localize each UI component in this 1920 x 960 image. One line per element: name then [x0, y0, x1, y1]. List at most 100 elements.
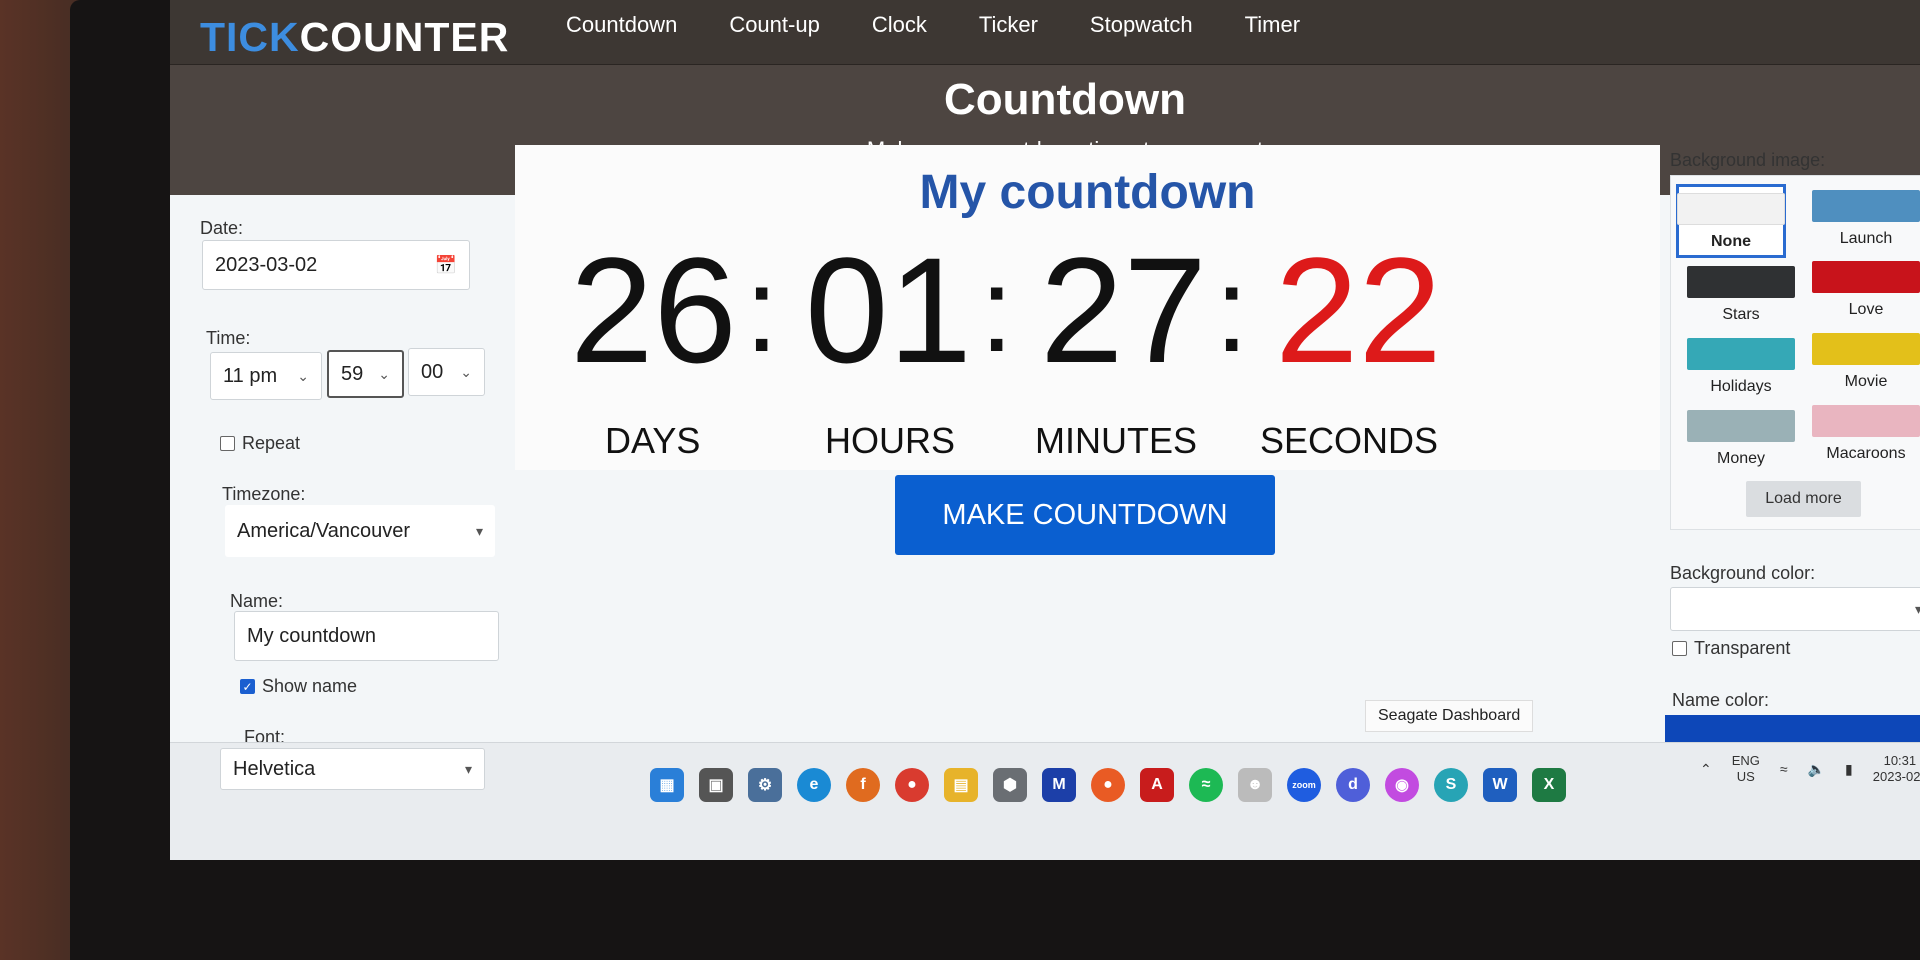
bg-color-select[interactable]: ▾ — [1670, 587, 1920, 631]
wifi-icon[interactable]: ≈ — [1780, 761, 1788, 777]
minute-select[interactable]: 59 ⌄ — [327, 350, 404, 398]
task-view-icon[interactable]: ▣ — [699, 768, 733, 802]
taskbar-apps: ▦ ▣ ⚙ e f ● ▤ ⬢ M ● A ≈ ☻ zoom d ◉ S W X — [650, 768, 1566, 802]
hexagon-app-icon[interactable]: ⬢ — [993, 768, 1027, 802]
lang-region: US — [1736, 769, 1755, 784]
timezone-select[interactable]: America/Vancouver ▾ — [225, 505, 495, 557]
bg-option-money[interactable]: Money — [1686, 410, 1796, 468]
bg-option-label: Launch — [1839, 230, 1893, 247]
nav-timer[interactable]: Timer — [1219, 12, 1326, 38]
transparent-label: Transparent — [1694, 638, 1791, 658]
name-input[interactable]: My countdown — [234, 611, 499, 661]
clock-time: 10:31 PM — [1883, 753, 1920, 768]
language-indicator[interactable]: ENG US — [1732, 753, 1760, 785]
chevron-up-icon[interactable]: ⌃ — [1700, 761, 1712, 778]
acrobat-icon[interactable]: A — [1140, 768, 1174, 802]
caret-down-icon: ▾ — [475, 522, 483, 539]
calendar-icon[interactable]: 📅 — [435, 255, 457, 276]
bg-swatch — [1812, 333, 1920, 365]
alien-app-icon[interactable]: ☻ — [1238, 768, 1272, 802]
make-countdown-button[interactable]: MAKE COUNTDOWN — [895, 475, 1275, 555]
lang-code: ENG — [1731, 753, 1760, 768]
minute-value: 59 — [341, 362, 364, 385]
bg-option-love[interactable]: Love — [1811, 261, 1920, 319]
caret-down-icon: ▾ — [464, 760, 472, 777]
volume-icon[interactable]: 🔈 — [1808, 761, 1825, 778]
seconds-label: SECONDS — [1260, 420, 1439, 461]
name-label: Name: — [230, 591, 284, 611]
name-value: My countdown — [247, 624, 376, 647]
hour-select[interactable]: 11 pm ⌄ — [210, 352, 322, 400]
firefox-icon[interactable]: f — [846, 768, 880, 802]
show-name-checkbox[interactable]: ✓ Show name — [240, 676, 357, 697]
hours-value: 01 — [805, 226, 972, 394]
word-icon[interactable]: W — [1483, 768, 1517, 802]
bg-image-gallery: None Launch Stars Love Holidays Movie Mo… — [1670, 175, 1920, 530]
minutes-value: 27 — [1040, 226, 1207, 394]
site-logo[interactable]: TICKCOUNTER — [200, 14, 509, 61]
bg-option-macaroons[interactable]: Macaroons — [1811, 405, 1920, 463]
timezone-value: America/Vancouver — [237, 519, 411, 542]
bg-swatch — [1812, 405, 1920, 437]
colorful-app-icon[interactable]: ◉ — [1385, 768, 1419, 802]
bg-option-holidays[interactable]: Holidays — [1686, 338, 1796, 396]
nav-ticker[interactable]: Ticker — [953, 12, 1064, 38]
file-explorer-icon[interactable]: ▤ — [944, 768, 978, 802]
bg-swatch — [1687, 338, 1795, 370]
battery-icon[interactable]: ▮ — [1845, 761, 1853, 778]
hours-label: HOURS — [825, 420, 956, 461]
date-label: Date: — [200, 218, 244, 238]
nav-clock[interactable]: Clock — [846, 12, 953, 38]
edge-browser-icon[interactable]: e — [797, 768, 831, 802]
bg-option-label: Stars — [1722, 306, 1760, 323]
check-icon[interactable]: ✓ — [240, 679, 255, 694]
nav-stopwatch[interactable]: Stopwatch — [1064, 12, 1219, 38]
chevron-down-icon: ⌄ — [378, 365, 390, 382]
chrome-canary-icon[interactable]: ● — [1091, 768, 1125, 802]
spotify-icon[interactable]: ≈ — [1189, 768, 1223, 802]
bg-color-label: Background color: — [1670, 563, 1816, 583]
bg-option-label: None — [1711, 233, 1751, 250]
bg-option-label: Love — [1848, 301, 1884, 318]
bg-option-none[interactable]: None — [1676, 184, 1786, 258]
nav-count-up[interactable]: Count-up — [703, 12, 846, 38]
bg-option-label: Movie — [1844, 373, 1888, 390]
zoom-icon[interactable]: zoom — [1287, 768, 1321, 802]
chevron-down-icon: ⌄ — [297, 367, 309, 384]
bg-option-label: Macaroons — [1826, 445, 1906, 462]
transparent-checkbox[interactable]: Transparent — [1672, 638, 1790, 659]
chrome-icon[interactable]: ● — [895, 768, 929, 802]
nav-countdown[interactable]: Countdown — [540, 12, 703, 38]
system-tray: ⌃ ENG US ≈ 🔈 ▮ 10:31 PM 2023-02-04 — [1700, 753, 1920, 785]
second-select[interactable]: 00 ⌄ — [408, 348, 485, 396]
discord-icon[interactable]: d — [1336, 768, 1370, 802]
timezone-label: Timezone: — [222, 484, 306, 504]
transparent-box[interactable] — [1672, 641, 1687, 656]
main-nav: Countdown Count-up Clock Ticker Stopwatc… — [540, 12, 1326, 38]
logo-tick: TICK — [200, 14, 300, 60]
caret-down-icon: ▾ — [1914, 600, 1920, 617]
taskbar-clock[interactable]: 10:31 PM 2023-02-04 — [1873, 753, 1920, 785]
windows-start-icon[interactable]: ▦ — [650, 768, 684, 802]
repeat-checkbox[interactable]: Repeat — [220, 433, 300, 454]
bg-option-movie[interactable]: Movie — [1811, 333, 1920, 391]
countdown-name: My countdown — [919, 166, 1256, 219]
name-color-select[interactable] — [1665, 715, 1920, 745]
clock-date: 2023-02-04 — [1872, 769, 1920, 784]
days-value: 26 — [570, 226, 737, 394]
excel-icon[interactable]: X — [1532, 768, 1566, 802]
show-name-label: Show name — [262, 676, 358, 696]
site-header: TICKCOUNTER Countdown Count-up Clock Tic… — [170, 0, 1920, 65]
repeat-box[interactable] — [220, 436, 235, 451]
load-more-button[interactable]: Load more — [1746, 481, 1861, 517]
date-input[interactable]: 2023-03-02 📅 — [202, 240, 470, 290]
logo-counter: COUNTER — [299, 14, 510, 60]
font-select[interactable]: Helvetica ▾ — [220, 748, 485, 790]
settings-gear-icon[interactable]: ⚙ — [748, 768, 782, 802]
bg-option-launch[interactable]: Launch — [1811, 190, 1920, 248]
font-value: Helvetica — [233, 757, 316, 780]
bg-option-stars[interactable]: Stars — [1686, 266, 1796, 324]
seagate-dashboard-icon[interactable]: S — [1434, 768, 1468, 802]
settings-sidebar: Background image: None Launch Stars Love… — [1660, 145, 1920, 710]
mathworks-icon[interactable]: M — [1042, 768, 1076, 802]
